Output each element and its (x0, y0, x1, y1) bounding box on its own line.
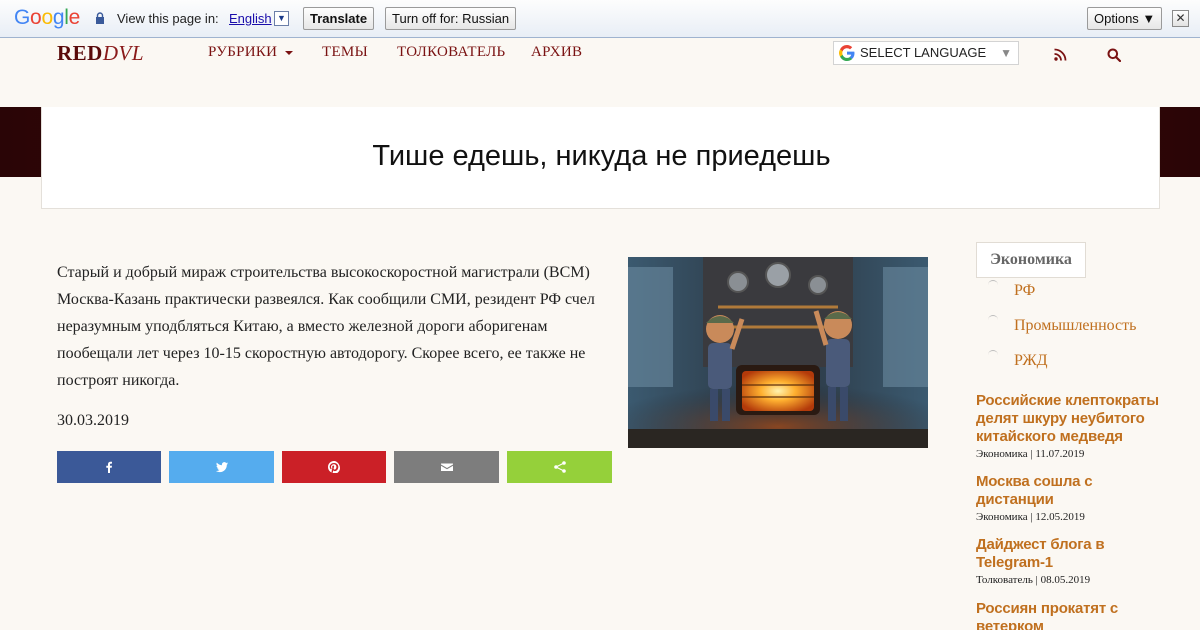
view-page-label: View this page in: (117, 11, 219, 26)
caret-down-icon (285, 50, 294, 55)
rss-icon[interactable] (1054, 48, 1067, 61)
email-icon (440, 463, 453, 471)
tag-label: Промышленность (1014, 317, 1137, 334)
facebook-icon (106, 461, 112, 473)
category-tag[interactable]: Экономика (976, 242, 1086, 278)
article-text: Старый и добрый мираж строительства высо… (57, 264, 595, 389)
lock-icon (96, 12, 104, 24)
share-facebook-button[interactable] (57, 451, 161, 483)
translate-bar: Google View this page in: English ▼ Tran… (0, 0, 1200, 38)
article-image (628, 257, 928, 448)
turn-off-button[interactable]: Turn off for: Russian (385, 7, 517, 30)
share-pinterest-button[interactable] (282, 451, 386, 483)
pinterest-icon (328, 461, 340, 473)
search-icon[interactable] (1107, 48, 1121, 62)
related-post-meta: Толкователь | 08.05.2019 (976, 574, 1091, 586)
share-icon (553, 461, 566, 473)
related-post-meta: Экономика | 12.05.2019 (976, 511, 1085, 523)
tag-label: РЖД (1014, 352, 1048, 369)
nav-temy[interactable]: ТЕМЫ (322, 44, 368, 61)
tag-link[interactable]: РФ (988, 280, 1036, 300)
google-g-icon (839, 45, 855, 61)
related-post-title[interactable]: Россиян прокатят с ветерком (976, 600, 1166, 630)
nav-label: РУБРИКИ (208, 44, 278, 60)
options-button[interactable]: Options ▼ (1087, 7, 1163, 30)
article-date: 30.03.2019 (57, 412, 129, 429)
bullet-icon (988, 280, 998, 290)
language-dropdown-icon[interactable]: ▼ (274, 11, 289, 26)
related-post-title[interactable]: Дайджест блога в Telegram-1 (976, 536, 1166, 572)
tag-link[interactable]: Промышленность (988, 315, 1137, 335)
related-post-title[interactable]: Москва сошла с дистанции (976, 473, 1166, 509)
title-card: Тише едешь, никуда не приедешь (41, 107, 1160, 209)
logo-main: RED (57, 41, 103, 65)
share-more-button[interactable] (507, 451, 612, 483)
related-post-title[interactable]: Российские клептократы делят шкуру неуби… (976, 392, 1166, 446)
nav-tolkovatel[interactable]: ТОЛКОВАТЕЛЬ (397, 44, 505, 61)
bullet-icon (988, 315, 998, 325)
related-post-meta: Экономика | 11.07.2019 (976, 448, 1085, 460)
locomotive-illustration (628, 257, 928, 448)
close-icon[interactable]: ✕ (1172, 10, 1189, 27)
nav-arkhiv[interactable]: АРХИВ (531, 44, 582, 61)
tag-label: РФ (1014, 282, 1036, 299)
language-link[interactable]: English (229, 11, 272, 26)
share-twitter-button[interactable] (169, 451, 274, 483)
tag-link[interactable]: РЖД (988, 350, 1048, 370)
logo-sub: DVL (102, 41, 145, 65)
google-logo: Google (14, 6, 80, 29)
twitter-icon (215, 462, 228, 473)
share-email-button[interactable] (394, 451, 499, 483)
page-title: Тише едешь, никуда не приедешь (372, 140, 831, 172)
chevron-down-icon: ▼ (1000, 46, 1012, 60)
language-select-label: SELECT LANGUAGE (860, 45, 987, 60)
language-select[interactable]: SELECT LANGUAGE ▼ (833, 41, 1019, 65)
nav-rubriki[interactable]: РУБРИКИ (208, 44, 294, 61)
translate-button[interactable]: Translate (303, 7, 375, 30)
bullet-icon (988, 350, 998, 360)
site-logo[interactable]: REDDVL (57, 41, 144, 66)
